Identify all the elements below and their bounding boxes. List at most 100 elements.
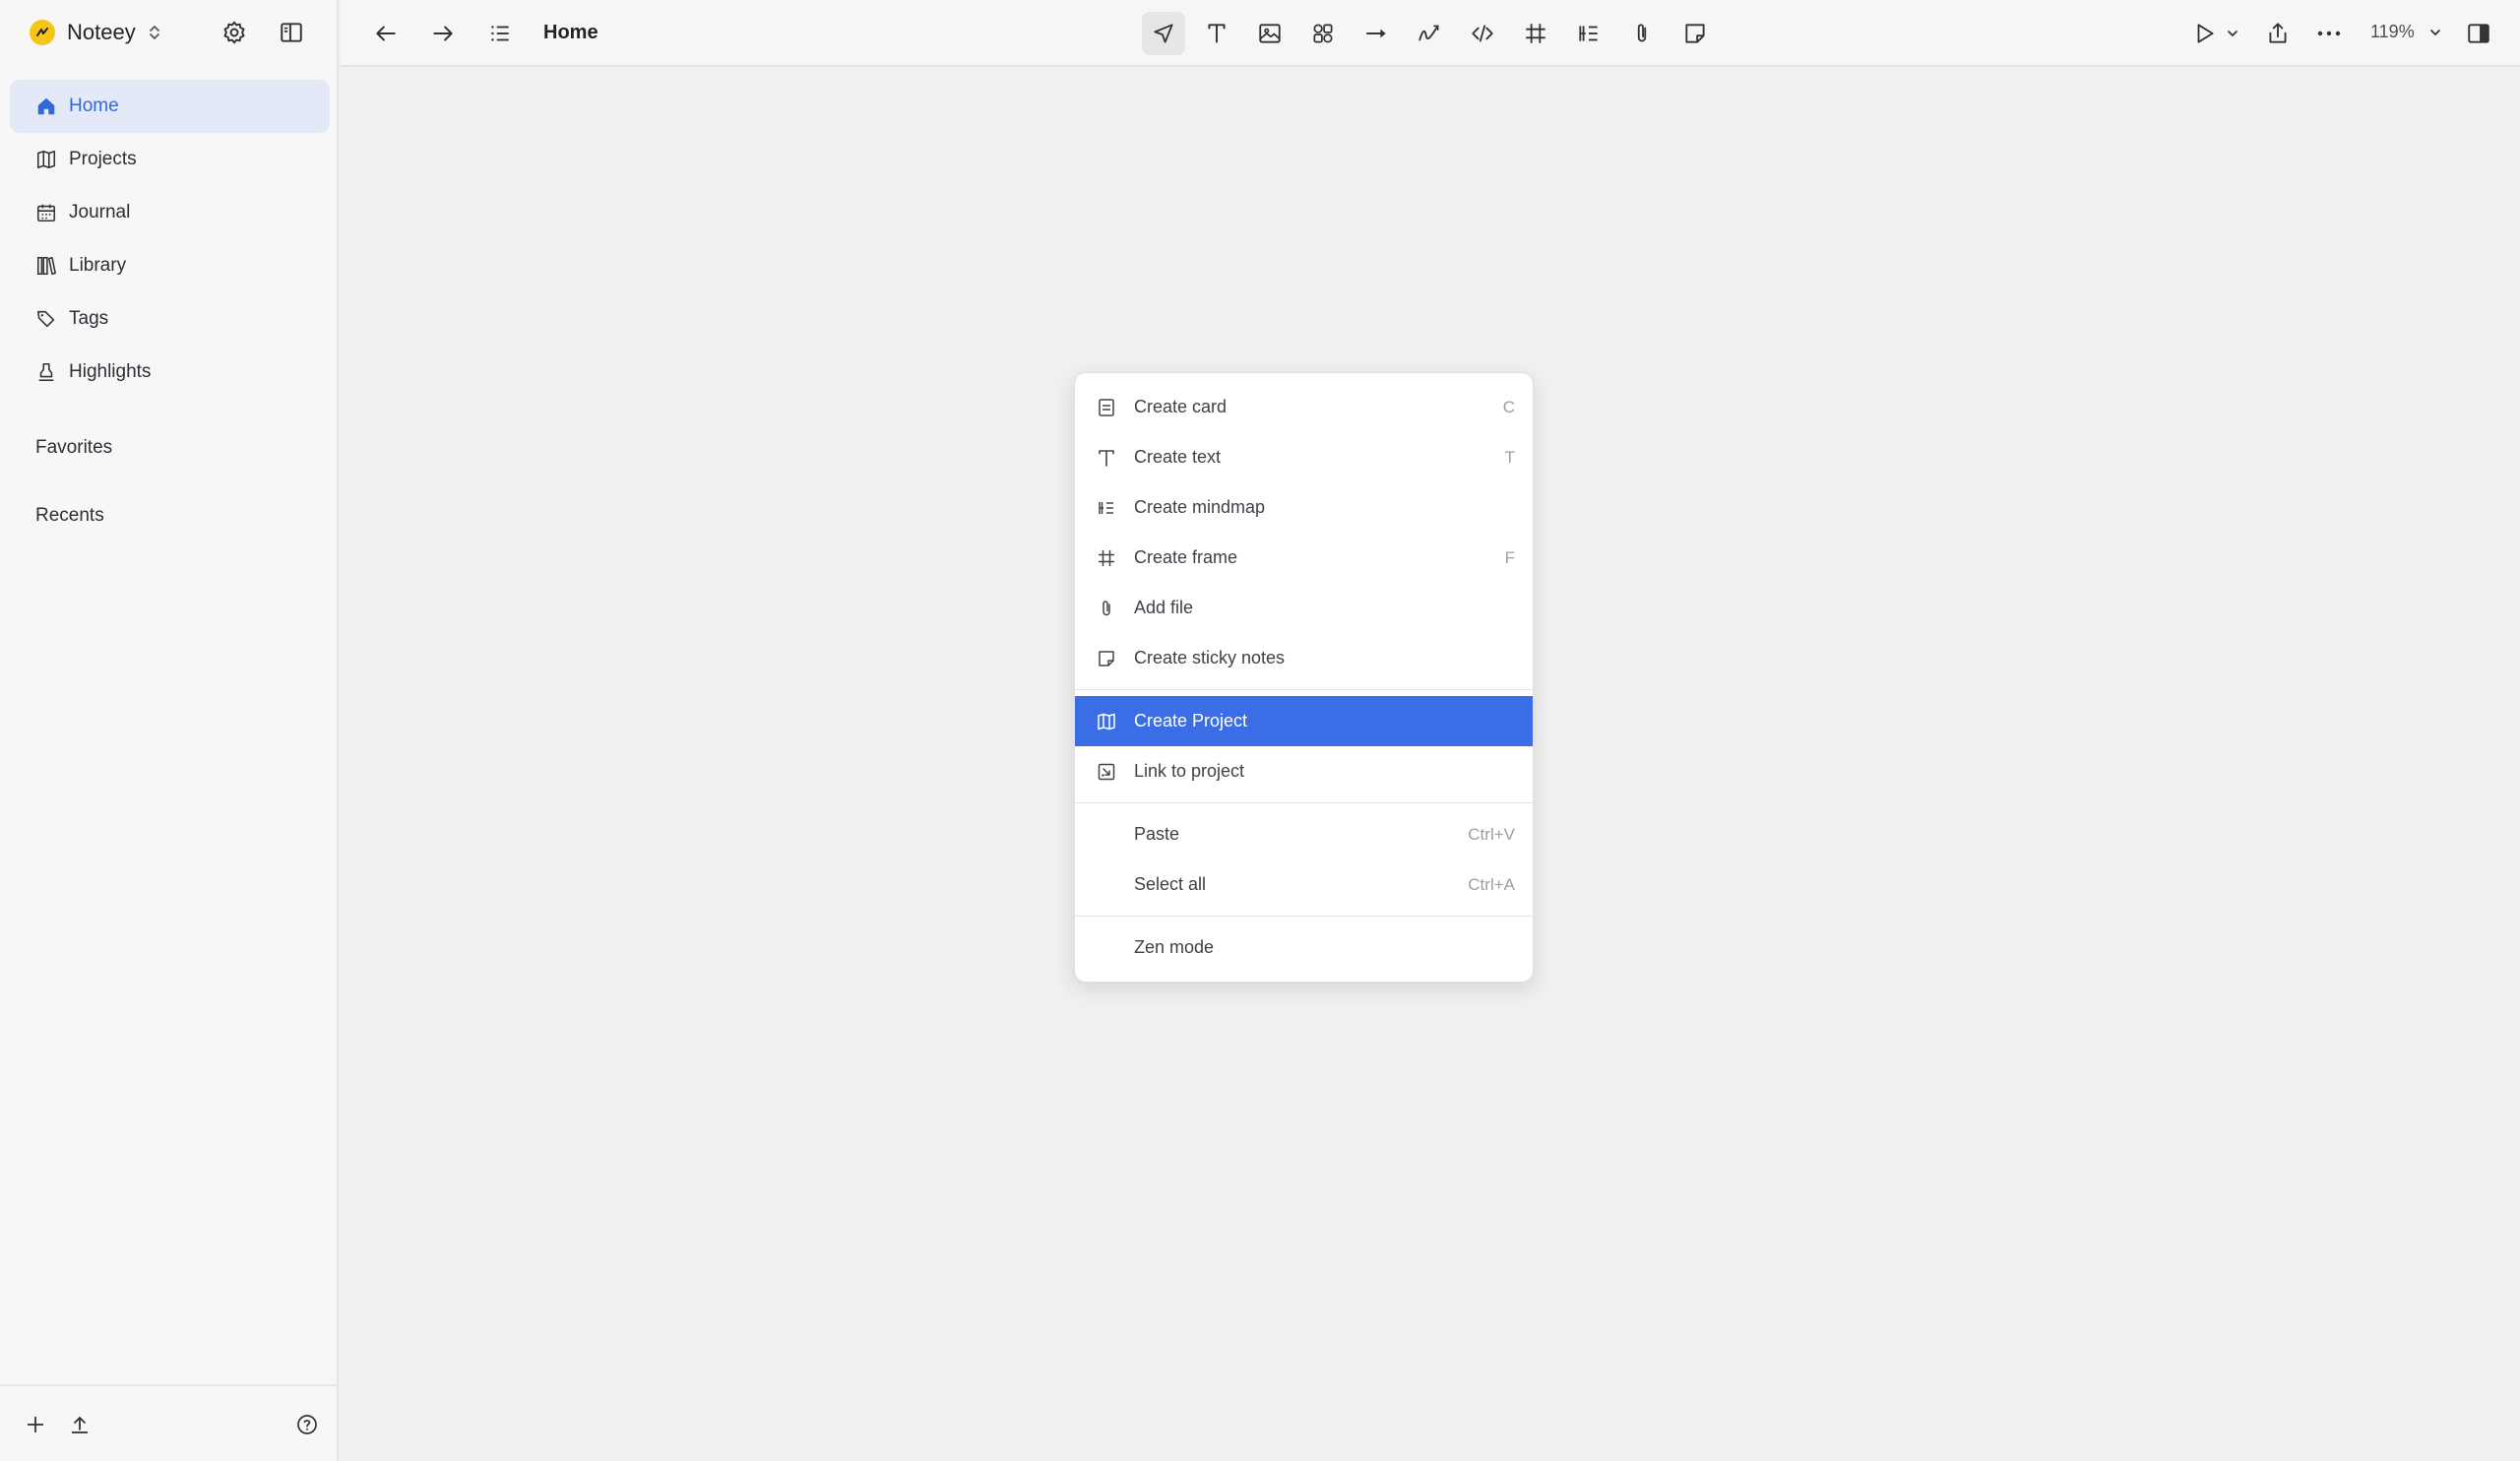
shapes-tool-button[interactable]: [1307, 18, 1339, 49]
menu-item-create-card[interactable]: Create card C: [1075, 382, 1533, 432]
share-icon: [2265, 21, 2291, 46]
sidebar-item-journal[interactable]: Journal: [10, 186, 330, 239]
menu-item-add-file[interactable]: Add file: [1075, 583, 1533, 633]
arrow-left-icon: [373, 21, 399, 46]
zoom-dropdown[interactable]: 119%: [2370, 22, 2442, 42]
menu-item-label: Create mindmap: [1134, 497, 1266, 517]
frame-tool-button[interactable]: [1520, 18, 1551, 49]
help-button[interactable]: [291, 1409, 323, 1440]
sidebar-item-library[interactable]: Library: [10, 239, 330, 292]
menu-item-label: Create text: [1134, 447, 1222, 467]
frame-icon: [1523, 21, 1548, 46]
favorites-section[interactable]: Favorites: [35, 437, 112, 459]
sidebar-item-home[interactable]: Home: [10, 80, 330, 133]
connector-tool-button[interactable]: [1360, 18, 1392, 49]
menu-item-shortcut: F: [1504, 547, 1515, 567]
play-icon: [2192, 21, 2218, 46]
sidebar-header: Noteey: [0, 0, 339, 65]
chevron-down-icon: [2226, 27, 2239, 40]
present-options-button[interactable]: [2223, 18, 2242, 49]
settings-button[interactable]: [219, 17, 250, 48]
image-tool-button[interactable]: [1254, 18, 1286, 49]
sticky-note-tool-button[interactable]: [1679, 18, 1711, 49]
text-icon: [1096, 447, 1117, 469]
map-icon: [35, 149, 57, 170]
library-icon: [35, 255, 57, 277]
more-options-button[interactable]: [2313, 18, 2345, 49]
add-button[interactable]: [20, 1409, 51, 1440]
shapes-icon: [1310, 21, 1336, 46]
menu-item-label: Link to project: [1134, 761, 1245, 781]
project-map-icon: [1096, 711, 1117, 732]
card-icon: [1096, 397, 1117, 418]
import-button[interactable]: [64, 1409, 95, 1440]
workspace-name: Noteey: [67, 20, 136, 44]
gear-icon: [221, 20, 247, 45]
mindmap-icon: [1096, 497, 1117, 519]
pen-tool-button[interactable]: [1414, 18, 1445, 49]
menu-item-create-mindmap[interactable]: Create mindmap: [1075, 482, 1533, 533]
mindmap-tool-button[interactable]: [1573, 18, 1605, 49]
select-tool-button[interactable]: [1142, 12, 1185, 55]
menu-item-shortcut: T: [1504, 447, 1515, 467]
sidebar-footer: [0, 1384, 339, 1461]
context-menu: Create card C Create text T Create mindm…: [1074, 372, 1534, 983]
sidebar-item-label: Highlights: [69, 361, 152, 382]
cursor-arrow-icon: [1151, 21, 1176, 46]
link-project-icon: [1096, 761, 1117, 783]
upload-icon: [68, 1413, 92, 1436]
menu-item-create-project[interactable]: Create Project: [1075, 696, 1533, 746]
chevron-up-down-icon: [148, 23, 161, 42]
breadcrumb-title: Home: [543, 22, 598, 43]
menu-item-link-to-project[interactable]: Link to project: [1075, 746, 1533, 796]
calendar-icon: [35, 202, 57, 223]
plus-icon: [24, 1413, 47, 1436]
toggle-right-panel-button[interactable]: [2463, 18, 2494, 49]
arrow-connector-icon: [1363, 21, 1389, 46]
menu-item-zen-mode[interactable]: Zen mode: [1075, 922, 1533, 973]
forward-button[interactable]: [427, 18, 459, 49]
menu-item-select-all[interactable]: Select all Ctrl+A: [1075, 859, 1533, 910]
mindmap-icon: [1576, 21, 1602, 46]
present-button[interactable]: [2189, 18, 2221, 49]
menu-item-label: Add file: [1134, 598, 1194, 617]
sidebar-item-highlights[interactable]: Highlights: [10, 346, 330, 399]
sidebar-item-label: Projects: [69, 149, 137, 169]
text-tool-button[interactable]: [1201, 18, 1232, 49]
sticky-note-icon: [1682, 21, 1708, 46]
image-icon: [1257, 21, 1283, 46]
paperclip-icon: [1096, 598, 1117, 619]
workspace-switcher[interactable]: Noteey: [30, 17, 161, 48]
sidebar-item-tags[interactable]: Tags: [10, 292, 330, 346]
menu-separator: [1075, 916, 1533, 917]
sidebar-item-label: Tags: [69, 308, 109, 329]
zoom-level: 119%: [2370, 22, 2415, 41]
menu-item-paste[interactable]: Paste Ctrl+V: [1075, 809, 1533, 859]
menu-item-create-text[interactable]: Create text T: [1075, 432, 1533, 482]
list-icon: [487, 21, 513, 46]
sidebar-item-label: Home: [69, 95, 119, 116]
menu-separator: [1075, 802, 1533, 803]
code-icon: [1470, 21, 1495, 46]
recents-section[interactable]: Recents: [35, 505, 104, 527]
frame-icon: [1096, 547, 1117, 569]
share-button[interactable]: [2262, 18, 2294, 49]
menu-item-create-frame[interactable]: Create frame F: [1075, 533, 1533, 583]
outline-button[interactable]: [484, 18, 516, 49]
back-button[interactable]: [370, 18, 402, 49]
top-toolbar: Home 119%: [341, 0, 2520, 67]
chevron-down-icon: [2428, 26, 2442, 39]
toggle-sidebar-button[interactable]: [276, 17, 307, 48]
attach-file-button[interactable]: [1626, 18, 1658, 49]
sidebar-nav: Home Projects Journal Library Tags Highl…: [10, 80, 330, 399]
sidebar-item-projects[interactable]: Projects: [10, 133, 330, 186]
menu-item-label: Create sticky notes: [1134, 648, 1286, 667]
noteey-logo-icon: [30, 20, 55, 45]
menu-item-label: Create card: [1134, 397, 1228, 416]
more-horizontal-icon: [2315, 21, 2343, 46]
menu-item-create-sticky-notes[interactable]: Create sticky notes: [1075, 633, 1533, 683]
paperclip-icon: [1629, 21, 1655, 46]
sidebar-item-label: Journal: [69, 202, 131, 222]
code-tool-button[interactable]: [1467, 18, 1498, 49]
menu-item-shortcut: Ctrl+V: [1468, 824, 1515, 844]
